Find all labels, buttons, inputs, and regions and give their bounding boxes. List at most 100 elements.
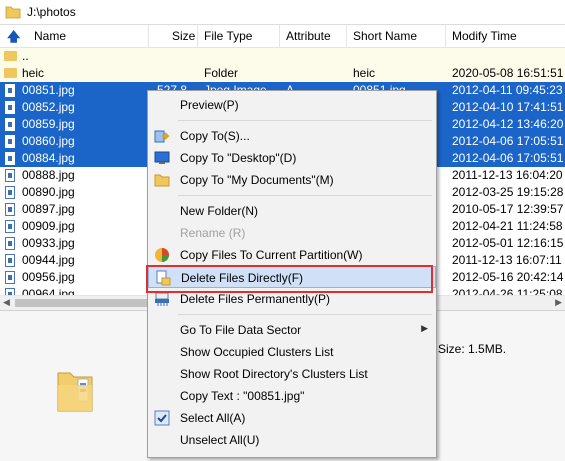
menu-item-label: Copy Files To Current Partition(W) (180, 248, 363, 262)
cell-time: 2012-04-21 11:24:58 (452, 219, 563, 233)
menu-item-label: Select All(A) (180, 411, 246, 425)
column-header: 🡅 Name Size File Type Attribute Short Na… (0, 25, 565, 48)
image-file-icon (5, 186, 15, 199)
menu-item-copy-to-s[interactable]: Copy To(S)... (148, 125, 436, 147)
cell-time: 2011-12-13 16:07:11 (452, 253, 562, 267)
folder-preview-icon (57, 372, 93, 412)
image-file-icon (5, 288, 15, 295)
scroll-right-icon[interactable]: ▶ (555, 297, 562, 308)
cell-name: 00964.jpg (22, 287, 75, 295)
menu-separator (178, 314, 432, 315)
menu-item-preview-p[interactable]: Preview(P) (148, 94, 436, 116)
scroll-left-icon[interactable]: ◀ (3, 297, 10, 308)
cell-name: 00884.jpg (22, 151, 75, 165)
menu-item-copy-files-to-current-partition-w[interactable]: Copy Files To Current Partition(W) (148, 244, 436, 266)
size-text: Size: 1.5MB. (438, 342, 507, 356)
menu-item-copy-to-desktop-d[interactable]: Copy To "Desktop"(D) (148, 147, 436, 169)
menu-separator (178, 195, 432, 196)
menu-item-rename-r: Rename (R) (148, 222, 436, 244)
cell-time: 2012-03-25 19:15:28 (452, 185, 564, 199)
cell-name: .. (22, 49, 29, 63)
menu-item-select-all-a[interactable]: Select All(A) (148, 407, 436, 429)
image-file-icon (5, 101, 15, 114)
cell-name: heic (22, 66, 45, 80)
shred-icon (154, 291, 170, 307)
image-file-icon (5, 118, 15, 131)
menu-item-label: Rename (R) (180, 226, 246, 240)
folder-icon (4, 68, 17, 78)
cell-name: 00890.jpg (22, 185, 75, 199)
cell-name: 00944.jpg (22, 253, 75, 267)
menu-item-label: Show Root Directory's Clusters List (180, 367, 368, 381)
cell-time: 2012-04-10 17:41:51 (452, 100, 564, 114)
image-file-icon (5, 152, 15, 165)
menu-item-label: Go To File Data Sector (180, 323, 302, 337)
menu-item-label: Unselect All(U) (180, 433, 260, 447)
menu-item-label: Delete Files Permanently(P) (180, 292, 331, 306)
cell-time: 2012-05-16 20:42:14 (452, 270, 564, 284)
column-file-type[interactable]: File Type (204, 29, 252, 43)
column-short-name[interactable]: Short Name (353, 29, 417, 43)
image-file-icon (5, 254, 15, 267)
menu-item-go-to-file-data-sector[interactable]: Go To File Data Sector ▶ (148, 319, 436, 341)
column-size[interactable]: Size (172, 29, 195, 43)
partition-icon (154, 247, 170, 263)
cell-time: 2011-12-13 16:04:20 (452, 168, 563, 182)
up-arrow-icon[interactable]: 🡅 (7, 28, 20, 50)
path-text: J:\photos (27, 5, 76, 19)
cell-short: heic (353, 66, 376, 80)
menu-item-show-occupied-clusters-list[interactable]: Show Occupied Clusters List (148, 341, 436, 363)
cell-name: 00852.jpg (22, 100, 75, 114)
cell-time: 2012-04-06 17:05:51 (452, 151, 564, 165)
cell-name: 00933.jpg (22, 236, 75, 250)
image-file-icon (5, 220, 15, 233)
cell-time: 2012-05-01 12:16:15 (452, 236, 564, 250)
image-file-icon (5, 271, 15, 284)
menu-item-label: Copy To "My Documents"(M) (180, 173, 334, 187)
menu-item-label: Copy To "Desktop"(D) (180, 151, 297, 165)
menu-item-copy-text-00851-jpg[interactable]: Copy Text : "00851.jpg" (148, 385, 436, 407)
table-row[interactable]: heic Folder heic 2020-05-08 16:51:51 (0, 65, 565, 82)
column-name[interactable]: Name (34, 29, 66, 43)
cell-name: 00860.jpg (22, 134, 75, 148)
table-row[interactable]: .. (0, 48, 565, 65)
cell-name: 00909.jpg (22, 219, 75, 233)
image-file-icon (5, 237, 15, 250)
menu-item-label: New Folder(N) (180, 204, 259, 218)
documents-folder-icon (154, 172, 170, 188)
submenu-arrow-icon: ▶ (421, 323, 428, 333)
image-file-icon (5, 203, 15, 216)
cell-time: 2012-04-11 09:45:23 (452, 83, 563, 97)
image-file-icon (5, 84, 15, 97)
image-file-icon (5, 135, 15, 148)
column-attribute[interactable]: Attribute (286, 29, 331, 43)
cell-name: 00851.jpg (22, 83, 75, 97)
copy-to-icon (154, 128, 170, 144)
folder-icon (4, 51, 17, 61)
column-modify-time[interactable]: Modify Time (452, 29, 517, 43)
cell-name: 00859.jpg (22, 117, 75, 131)
cell-time: 2012-04-12 13:46:20 (452, 117, 564, 131)
folder-icon (5, 6, 21, 19)
desktop-icon (154, 150, 170, 166)
cell-time: 2012-04-06 17:05:51 (452, 134, 564, 148)
cell-time: 2020-05-08 16:51:51 (452, 66, 564, 80)
cell-time: 2012-04-26 11:25:08 (452, 287, 563, 295)
menu-item-label: Preview(P) (180, 98, 239, 112)
cell-time: 2010-05-17 12:39:57 (452, 202, 564, 216)
image-file-icon (5, 169, 15, 182)
path-bar: J:\photos (0, 0, 565, 25)
menu-separator (178, 120, 432, 121)
cell-name: 00888.jpg (22, 168, 75, 182)
menu-item-label: Show Occupied Clusters List (180, 345, 334, 359)
highlight-box (146, 265, 433, 293)
cell-type: Folder (204, 66, 239, 80)
menu-item-label: Copy Text : "00851.jpg" (180, 389, 305, 403)
menu-item-label: Copy To(S)... (180, 129, 250, 143)
menu-item-unselect-all-u[interactable]: Unselect All(U) (148, 429, 436, 451)
menu-item-new-folder-n[interactable]: New Folder(N) (148, 200, 436, 222)
menu-item-show-root-directory-s-clusters-list[interactable]: Show Root Directory's Clusters List (148, 363, 436, 385)
cell-name: 00956.jpg (22, 270, 75, 284)
select-all-icon (154, 410, 170, 426)
menu-item-copy-to-my-documents-m[interactable]: Copy To "My Documents"(M) (148, 169, 436, 191)
